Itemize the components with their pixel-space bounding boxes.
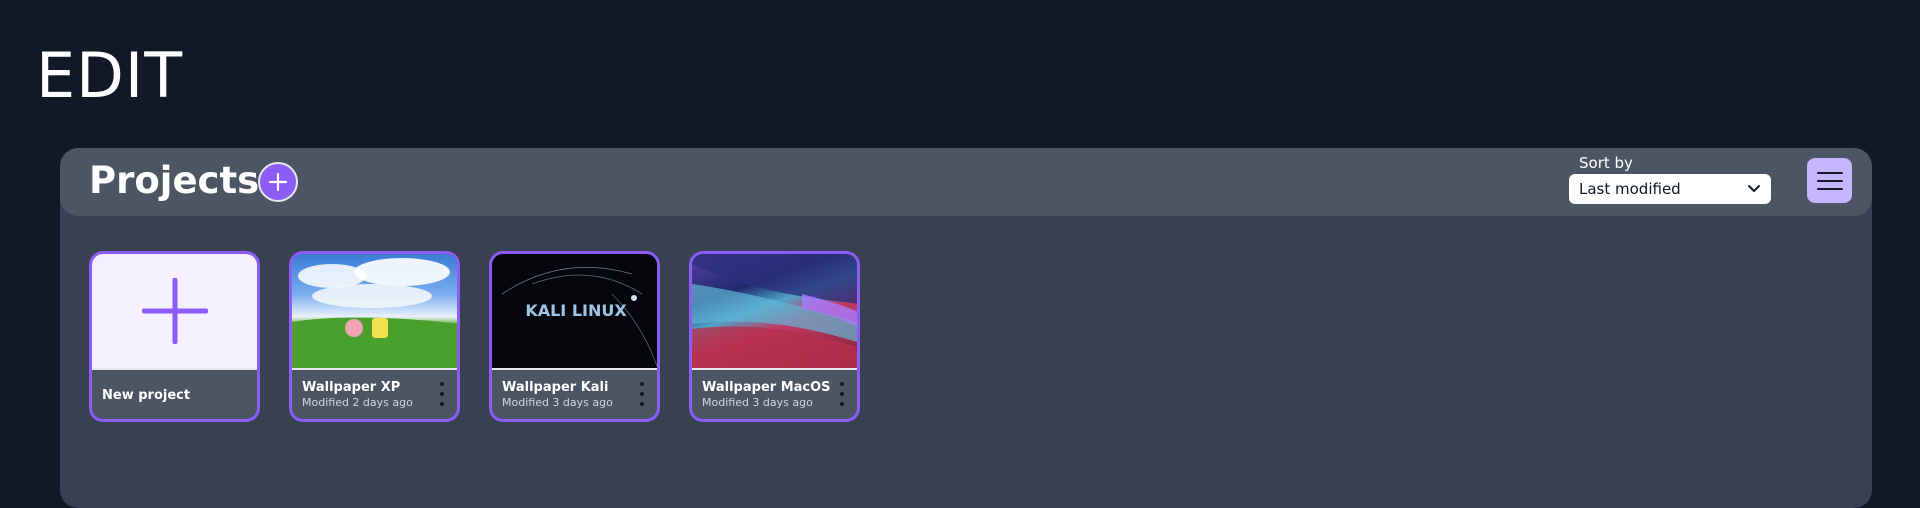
more-options-icon[interactable] — [636, 382, 648, 406]
wallpaper-xp-thumbnail — [292, 254, 457, 370]
wallpaper-kali-image: KALI LINUX — [501, 266, 657, 367]
card-name: Wallpaper Kali — [502, 380, 609, 395]
card-name: Wallpaper XP — [302, 380, 401, 395]
wallpaper-xp-image — [292, 258, 457, 368]
card-name: Wallpaper MacOS — [702, 380, 831, 395]
projects-title: Projects — [89, 159, 260, 202]
wallpaper-kali-thumbnail: KALI LINUX — [492, 254, 657, 370]
wallpaper-macos-image — [692, 254, 857, 368]
plus-icon — [141, 278, 208, 344]
more-options-icon[interactable] — [836, 382, 848, 406]
card-name: New project — [102, 388, 191, 403]
new-project-thumbnail — [92, 254, 257, 370]
menu-button[interactable] — [1807, 158, 1852, 203]
project-card[interactable]: Wallpaper MacOS Modified 3 days ago — [689, 251, 860, 422]
kali-logo-text: KALI LINUX — [525, 301, 627, 320]
hamburger-icon — [1816, 171, 1843, 190]
card-footer: Wallpaper XP Modified 2 days ago — [292, 370, 457, 419]
projects-header: Projects Sort by Last modified — [60, 148, 1872, 216]
card-footer: Wallpaper MacOS Modified 3 days ago — [692, 370, 857, 419]
app-title: EDIT — [36, 39, 184, 112]
card-modified-date: Modified 3 days ago — [502, 396, 613, 409]
project-grid: New project Wallpaper XP Modified 2 days… — [89, 251, 860, 422]
card-footer: Wallpaper Kali Modified 3 days ago — [492, 370, 657, 419]
sort-select[interactable]: Last modified — [1569, 174, 1771, 204]
add-project-button[interactable] — [258, 162, 298, 202]
new-project-card[interactable]: New project — [89, 251, 260, 422]
plus-icon — [268, 172, 288, 192]
chevron-down-icon — [1748, 185, 1760, 192]
more-options-icon[interactable] — [436, 382, 448, 406]
wallpaper-macos-thumbnail — [692, 254, 857, 370]
project-card[interactable]: KALI LINUX Wallpaper Kali Modified 3 day… — [489, 251, 660, 422]
projects-panel: Projects Sort by Last modified New proje… — [60, 148, 1872, 508]
project-card[interactable]: Wallpaper XP Modified 2 days ago — [289, 251, 460, 422]
card-modified-date: Modified 2 days ago — [302, 396, 413, 409]
sort-selected-value: Last modified — [1579, 180, 1681, 198]
card-modified-date: Modified 3 days ago — [702, 396, 813, 409]
sort-label: Sort by — [1579, 154, 1633, 172]
card-footer: New project — [92, 370, 257, 419]
